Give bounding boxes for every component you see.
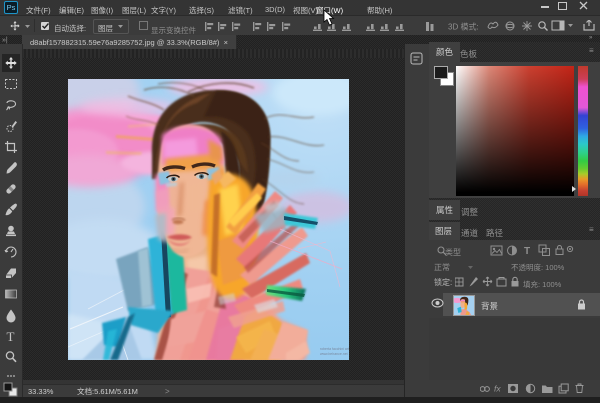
svg-text:T: T	[524, 246, 530, 256]
svg-text:roberta facchini art: roberta facchini art	[320, 347, 349, 351]
svg-text:www.behance.net: www.behance.net	[320, 352, 348, 356]
svg-text:T: T	[7, 329, 15, 344]
svg-text:3D 模式:: 3D 模式:	[448, 22, 479, 32]
svg-text:fx: fx	[494, 384, 501, 394]
